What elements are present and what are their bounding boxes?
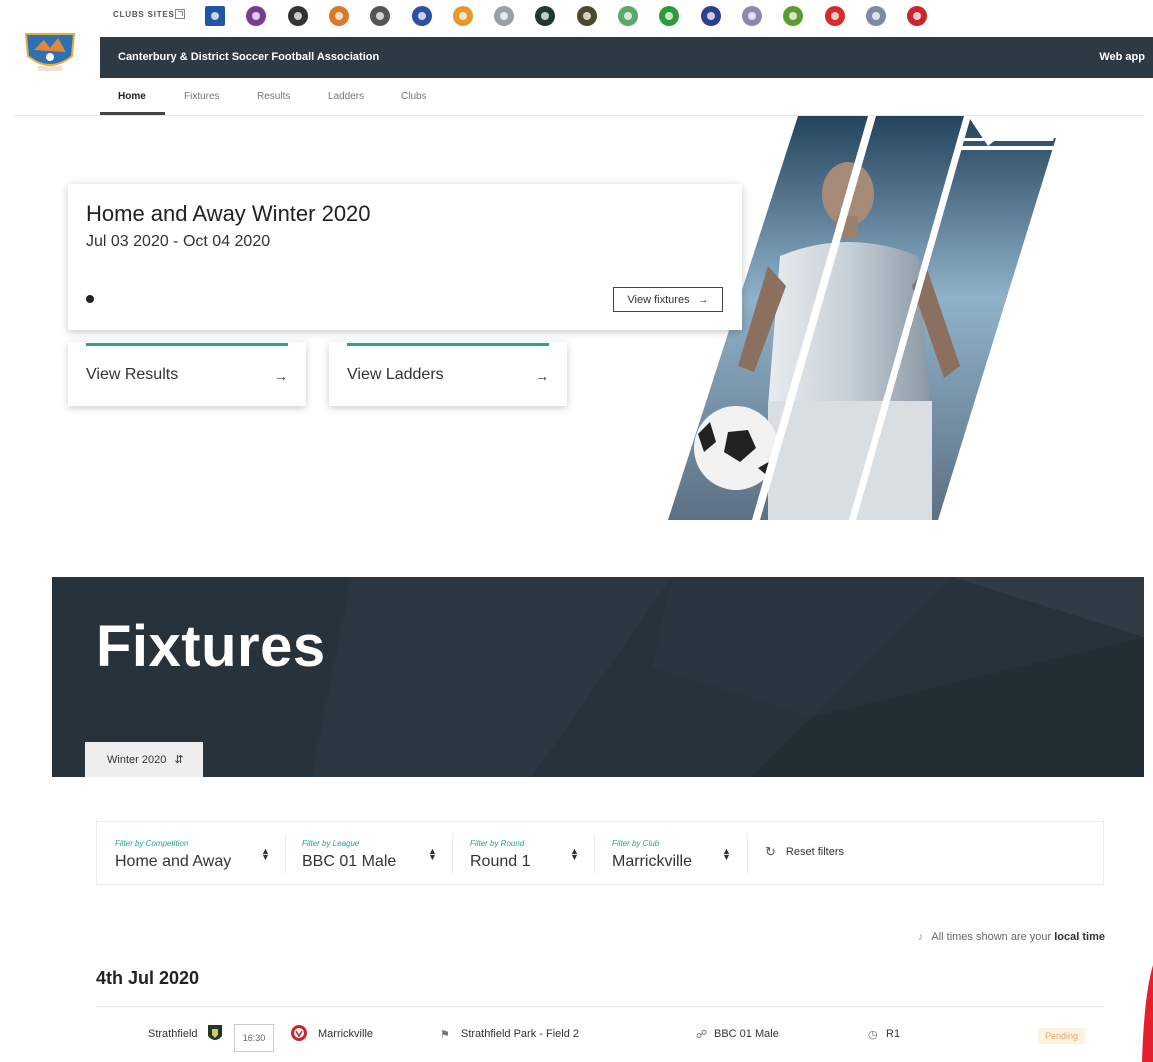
nav-item-clubs[interactable]: Clubs xyxy=(401,91,427,102)
reset-filters-button[interactable]: ↻ Reset filters xyxy=(765,844,844,860)
club-logo-8-icon[interactable] xyxy=(494,6,514,26)
view-ladders-label: View Ladders xyxy=(347,366,444,383)
fixtures-banner: Fixtures Winter 2020 ⇵ xyxy=(52,577,1144,777)
round-filter-caption: Filter by Round xyxy=(470,839,525,848)
decorative-red-shape xyxy=(1142,965,1153,1062)
club-logo-10-icon[interactable] xyxy=(577,6,597,26)
view-results-card[interactable]: View Results → xyxy=(68,342,306,406)
season-select[interactable]: Winter 2020 ⇵ xyxy=(85,742,203,777)
club-logo-13-icon[interactable] xyxy=(701,6,721,26)
trophy-icon: ☍ xyxy=(696,1029,708,1041)
carousel-dot[interactable] xyxy=(86,295,94,303)
view-results-label: View Results xyxy=(86,366,179,383)
timezone-notice-emphasis: local time xyxy=(1054,931,1105,943)
club-logo-11-icon[interactable] xyxy=(618,6,638,26)
club-logo-5-icon[interactable] xyxy=(370,6,390,26)
away-team-badge-icon xyxy=(291,1025,307,1041)
club-filter-value: Marrickville xyxy=(612,853,692,870)
away-team-name[interactable]: Marrickville xyxy=(318,1028,373,1040)
competition-filter-value: Home and Away xyxy=(115,853,232,870)
club-filter-caption: Filter by Club xyxy=(612,839,660,848)
league-filter[interactable]: Filter by League BBC 01 Male ▲ ▼ xyxy=(302,822,447,886)
status-badge: Pending xyxy=(1038,1028,1086,1044)
club-logo-4-icon[interactable] xyxy=(329,6,349,26)
refresh-icon: ↻ xyxy=(765,844,776,859)
reset-filters-label: Reset filters xyxy=(785,846,844,858)
association-header: Canterbury & District Soccer Football As… xyxy=(100,37,1153,78)
sort-arrows-icon: ▲ ▼ xyxy=(428,846,437,862)
club-logo-9-icon[interactable] xyxy=(535,6,555,26)
round-filter[interactable]: Filter by Round Round 1 ▲ ▼ xyxy=(470,822,590,886)
competition-card: Home and Away Winter 2020 Jul 03 2020 - … xyxy=(68,184,742,330)
filter-bar: Filter by Competition Home and Away ▲ ▼ F… xyxy=(96,821,1104,885)
club-logo-7-icon[interactable] xyxy=(453,6,473,26)
club-logo-2-icon[interactable] xyxy=(246,6,266,26)
clock-icon: ◷ xyxy=(868,1029,878,1041)
arrow-right-icon: → xyxy=(535,368,549,384)
fixture-list-divider xyxy=(96,1006,1104,1007)
card-accent-bar xyxy=(347,343,549,346)
venue-icon: ⚑ xyxy=(440,1029,450,1041)
filter-divider xyxy=(452,834,453,874)
sort-arrows-icon: ▲ ▼ xyxy=(722,846,731,862)
kickoff-time: 16:30 xyxy=(234,1024,274,1052)
fixture-row[interactable]: Strathfield 16:30 Marrickville ⚑ Strathf… xyxy=(96,1018,1104,1062)
club-logo-16-icon[interactable] xyxy=(825,6,845,26)
competition-filter[interactable]: Filter by Competition Home and Away ▲ ▼ xyxy=(115,822,275,886)
competition-dates: Jul 03 2020 - Oct 04 2020 xyxy=(86,233,271,250)
association-name[interactable]: Canterbury & District Soccer Football As… xyxy=(118,51,379,63)
filter-divider xyxy=(594,834,595,874)
competition-title: Home and Away Winter 2020 xyxy=(86,201,371,226)
view-fixtures-label: View fixtures xyxy=(627,293,690,306)
home-team-badge-icon xyxy=(208,1025,222,1040)
arrow-right-icon: → xyxy=(274,368,288,384)
sort-arrows-icon: ▲ ▼ xyxy=(570,846,579,862)
sort-arrows-icon: ⇵ xyxy=(174,754,184,766)
view-fixtures-button[interactable]: View fixtures → xyxy=(613,287,723,312)
home-team-name[interactable]: Strathfield xyxy=(148,1028,198,1040)
timezone-notice-text: All times shown are your xyxy=(931,931,1052,943)
card-accent-bar xyxy=(86,343,288,346)
club-filter[interactable]: Filter by Club Marrickville ▲ ▼ xyxy=(612,822,752,886)
music-note-icon: ♪ xyxy=(917,931,924,943)
nav-item-ladders[interactable]: Ladders xyxy=(328,91,364,102)
fixture-round: R1 xyxy=(886,1028,901,1040)
club-logo-15-icon[interactable] xyxy=(783,6,803,26)
nav-item-home[interactable]: Home xyxy=(118,91,146,102)
club-logo-1-icon[interactable] xyxy=(205,6,225,26)
club-logo-12-icon[interactable] xyxy=(659,6,679,26)
fixtures-page-title: Fixtures xyxy=(96,614,326,679)
clubs-strip: CLUBS SITES xyxy=(0,0,1153,34)
competition-filter-caption: Filter by Competition xyxy=(115,839,189,848)
fixture-league: BBC 01 Male xyxy=(714,1028,779,1040)
club-logo-3-icon[interactable] xyxy=(288,6,308,26)
view-ladders-card[interactable]: View Ladders → xyxy=(329,342,567,406)
external-link-icon[interactable] xyxy=(175,9,185,19)
filter-divider xyxy=(285,834,286,874)
club-logo-17-icon[interactable] xyxy=(866,6,886,26)
sort-arrows-icon: ▲ ▼ xyxy=(261,846,270,862)
venue-name[interactable]: Strathfield Park - Field 2 xyxy=(461,1028,579,1040)
filter-divider xyxy=(747,834,748,874)
round-filter-value: Round 1 xyxy=(470,853,531,870)
club-logo-6-icon[interactable] xyxy=(412,6,432,26)
clubs-sites-label: CLUBS SITES xyxy=(113,10,175,19)
timezone-notice: ♪ All times shown are your local time xyxy=(918,931,1105,943)
league-filter-value: BBC 01 Male xyxy=(302,853,397,870)
nav-item-fixtures[interactable]: Fixtures xyxy=(184,91,220,102)
club-logo-18-icon[interactable] xyxy=(907,6,927,26)
web-app-link[interactable]: Web app xyxy=(1099,51,1145,63)
league-filter-caption: Filter by League xyxy=(302,839,360,848)
fixture-date-heading: 4th Jul 2020 xyxy=(96,968,200,988)
season-select-value: Winter 2020 xyxy=(107,753,167,766)
nav-item-results[interactable]: Results xyxy=(257,91,290,102)
club-logo-14-icon[interactable] xyxy=(742,6,762,26)
arrow-right-icon: → xyxy=(697,293,709,306)
association-logo[interactable] xyxy=(22,30,78,74)
